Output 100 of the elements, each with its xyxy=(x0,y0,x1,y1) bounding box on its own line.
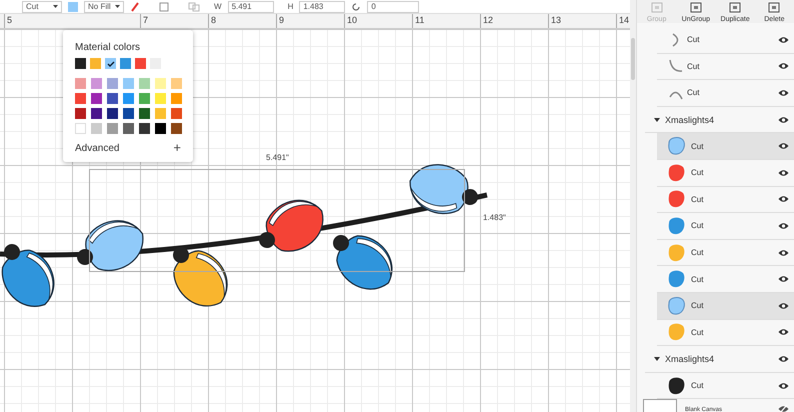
color-swatch[interactable] xyxy=(75,108,86,119)
button-icon xyxy=(768,2,780,13)
color-swatch[interactable] xyxy=(123,78,134,89)
add-button[interactable]: + xyxy=(173,142,181,154)
caret-icon[interactable] xyxy=(654,118,660,122)
eye-icon[interactable] xyxy=(778,62,789,70)
layer-row[interactable]: Cut xyxy=(657,186,794,214)
button-icon xyxy=(650,2,663,13)
color-swatch[interactable] xyxy=(135,58,146,69)
color-swatch[interactable] xyxy=(75,93,86,104)
layer-row[interactable]: Cut xyxy=(657,54,794,80)
eye-icon[interactable] xyxy=(778,222,789,230)
width-label: W xyxy=(214,2,222,11)
color-swatch[interactable] xyxy=(91,78,102,89)
operation-dropdown[interactable]: Cut xyxy=(22,0,62,12)
ruler-number: 11 xyxy=(412,14,480,28)
ruler-number: 7 xyxy=(140,14,208,28)
scrollbar-thumb[interactable] xyxy=(631,38,635,80)
design-canvas[interactable]: 5.491" 1.483" Material colors Advanced + xyxy=(0,29,630,412)
color-swatch[interactable] xyxy=(139,123,150,134)
group-name: Xmaslights4 xyxy=(665,114,716,125)
color-swatch[interactable] xyxy=(123,108,134,119)
layer-row[interactable]: Cut xyxy=(657,240,794,266)
eye-icon[interactable] xyxy=(778,116,789,124)
color-swatch[interactable] xyxy=(107,108,118,119)
ruler-number: 13 xyxy=(548,14,616,28)
width-field[interactable]: 5.491 xyxy=(228,0,274,12)
hidden-eye-icon[interactable] xyxy=(778,405,789,412)
ruler-number: 10 xyxy=(344,14,412,28)
color-swatch[interactable] xyxy=(155,123,166,134)
caret-icon xyxy=(115,5,120,8)
light-bulb-drawing xyxy=(259,200,324,252)
color-swatch[interactable] xyxy=(171,123,182,134)
width-dimension: 5.491" xyxy=(266,153,289,162)
color-swatch[interactable] xyxy=(120,58,131,69)
fill-dropdown[interactable]: No Fill xyxy=(84,0,124,12)
arc-shape-icon xyxy=(669,59,683,74)
color-swatch[interactable] xyxy=(155,78,166,89)
color-swatch[interactable] xyxy=(90,58,101,69)
eye-icon[interactable] xyxy=(778,168,789,177)
color-swatch[interactable] xyxy=(91,123,102,134)
color-swatch[interactable] xyxy=(107,93,118,104)
layer-row[interactable]: Cut xyxy=(657,27,794,54)
layer-row[interactable]: Cut xyxy=(657,80,794,107)
color-swatch[interactable] xyxy=(171,78,182,89)
light-bulb-drawing xyxy=(333,235,392,290)
button-icon xyxy=(690,2,702,13)
color-swatch[interactable] xyxy=(123,93,134,104)
color-swatch[interactable] xyxy=(139,78,150,89)
color-swatch[interactable] xyxy=(75,58,86,69)
eye-icon[interactable] xyxy=(778,36,789,44)
eye-icon[interactable] xyxy=(778,275,789,284)
selection-box[interactable] xyxy=(89,169,465,272)
caret-icon[interactable] xyxy=(654,356,660,361)
rotation-field[interactable]: 0 xyxy=(367,0,420,12)
layer-row[interactable]: Cut xyxy=(657,320,794,346)
layer-name: Cut xyxy=(691,168,704,178)
layer-name: Cut xyxy=(691,381,704,390)
align-icon[interactable] xyxy=(158,2,170,12)
light-bulb-drawing xyxy=(173,247,228,306)
eye-icon[interactable] xyxy=(778,88,789,97)
layer-row[interactable]: Cut xyxy=(657,372,794,400)
color-swatch[interactable] xyxy=(91,93,102,104)
layer-row[interactable]: Cut xyxy=(657,160,794,187)
color-swatch[interactable] xyxy=(139,108,150,119)
color-swatch[interactable] xyxy=(105,58,116,69)
color-swatch[interactable] xyxy=(155,108,166,119)
eye-icon[interactable] xyxy=(778,302,789,310)
eye-icon[interactable] xyxy=(778,248,789,257)
color-swatch[interactable] xyxy=(68,2,78,12)
color-swatch[interactable] xyxy=(139,93,150,104)
pen-icon[interactable] xyxy=(130,2,140,12)
layer-row[interactable]: Cut xyxy=(657,133,794,160)
color-swatch[interactable] xyxy=(123,123,134,134)
eye-icon[interactable] xyxy=(778,142,789,150)
button-icon xyxy=(729,2,742,13)
caret-icon xyxy=(53,5,58,8)
color-swatch[interactable] xyxy=(75,123,86,134)
color-swatch[interactable] xyxy=(171,108,182,119)
color-swatch[interactable] xyxy=(107,78,118,89)
eye-icon[interactable] xyxy=(778,354,789,363)
color-swatch[interactable] xyxy=(107,123,118,134)
color-swatch[interactable] xyxy=(91,108,102,119)
height-field[interactable]: 1.483 xyxy=(299,0,346,12)
color-swatch[interactable] xyxy=(75,78,86,89)
color-swatch[interactable] xyxy=(155,93,166,104)
layer-row[interactable]: Cut xyxy=(657,292,794,320)
layer-name: Cut xyxy=(687,62,700,71)
eye-icon[interactable] xyxy=(778,195,789,204)
arrange-icon[interactable] xyxy=(188,2,200,12)
color-swatch[interactable] xyxy=(171,93,182,104)
layer-name: Cut xyxy=(691,328,704,337)
eye-icon[interactable] xyxy=(778,328,789,336)
layer-row[interactable]: Cut xyxy=(657,213,794,240)
rotate-icon xyxy=(351,2,362,12)
eye-icon[interactable] xyxy=(778,382,789,390)
layer-group-row[interactable]: Xmaslights4 xyxy=(645,346,794,373)
advanced-label[interactable]: Advanced xyxy=(75,142,120,154)
light-bulb-drawing xyxy=(2,244,54,307)
ruler-number: 12 xyxy=(480,14,548,28)
